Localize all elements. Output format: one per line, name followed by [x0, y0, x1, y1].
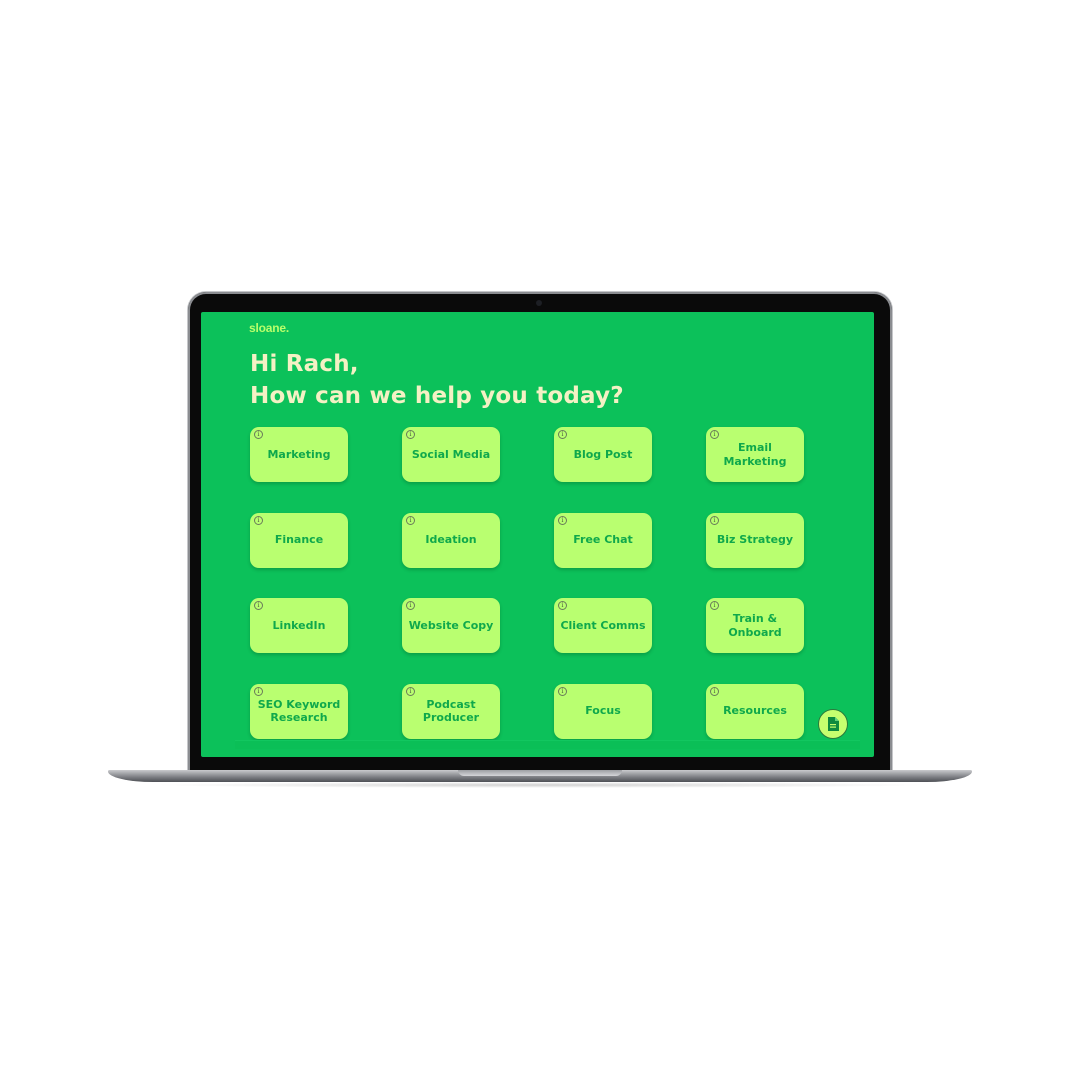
card-free-chat[interactable]: i Free Chat	[554, 512, 652, 568]
info-icon[interactable]: i	[406, 686, 415, 696]
card-biz-strategy[interactable]: i Biz Strategy	[706, 512, 804, 568]
card-ideation[interactable]: i Ideation	[402, 512, 500, 568]
card-email-marketing[interactable]: i Email Marketing	[706, 427, 804, 482]
laptop-notch	[458, 770, 622, 776]
card-seo-keyword-research[interactable]: i SEO Keyword Research	[250, 683, 348, 739]
card-finance[interactable]: i Finance	[250, 512, 348, 568]
card-label: Free Chat	[573, 533, 633, 547]
card-label: Biz Strategy	[716, 533, 794, 547]
card-label: Resources	[723, 704, 787, 718]
card-focus[interactable]: i Focus	[554, 683, 652, 739]
card-label: Ideation	[425, 533, 477, 547]
card-label: Marketing	[267, 447, 331, 461]
camera	[536, 300, 542, 306]
info-icon[interactable]: i	[710, 430, 719, 439]
document-button[interactable]	[818, 709, 848, 739]
card-blog-post[interactable]: i Blog Post	[554, 427, 652, 482]
info-icon[interactable]: i	[558, 601, 567, 610]
info-icon[interactable]: i	[710, 601, 719, 610]
page-title: Hi Rach, How can we help you today?	[250, 348, 624, 412]
card-label: Website Copy	[408, 618, 494, 632]
info-icon[interactable]: i	[254, 515, 263, 525]
card-resources[interactable]: i Resources	[706, 683, 804, 739]
card-podcast-producer[interactable]: i Podcast Producer	[402, 683, 500, 739]
app-screen: sloane. Hi Rach, How can we help you tod…	[201, 312, 874, 757]
info-icon[interactable]: i	[558, 515, 567, 525]
card-label: Blog Post	[573, 447, 633, 461]
document-icon	[828, 717, 839, 731]
info-icon[interactable]: i	[406, 601, 415, 610]
info-icon[interactable]: i	[558, 430, 567, 439]
card-website-copy[interactable]: i Website Copy	[402, 598, 500, 653]
info-icon[interactable]: i	[254, 601, 263, 610]
card-label: Client Comms	[560, 618, 646, 632]
card-train-onboard[interactable]: i Train & Onboard	[706, 598, 804, 653]
laptop-shadow	[150, 782, 930, 788]
info-icon[interactable]: i	[710, 686, 719, 696]
screen-footer	[235, 740, 860, 749]
card-label: Finance	[274, 533, 324, 547]
info-icon[interactable]: i	[254, 686, 263, 696]
info-icon[interactable]: i	[254, 430, 263, 439]
card-label: Social Media	[411, 447, 491, 461]
card-linkedin[interactable]: i LinkedIn	[250, 598, 348, 653]
card-label: Train & Onboard	[728, 612, 782, 639]
info-icon[interactable]: i	[406, 515, 415, 525]
info-icon[interactable]: i	[558, 686, 567, 696]
card-label: SEO Keyword Research	[257, 697, 341, 725]
info-icon[interactable]: i	[710, 515, 719, 525]
card-client-comms[interactable]: i Client Comms	[554, 598, 652, 653]
info-icon[interactable]: i	[406, 430, 415, 439]
card-label: LinkedIn	[272, 618, 326, 632]
card-label: Email Marketing	[723, 441, 787, 468]
card-label: Podcast Producer	[422, 697, 480, 725]
greeting-line: Hi Rach,	[250, 351, 359, 377]
card-social-media[interactable]: i Social Media	[402, 427, 500, 482]
category-grid: i Marketing i Social Media i Blog Post i Ema…	[250, 427, 804, 739]
brand-logo[interactable]: sloane.	[249, 321, 289, 335]
card-marketing[interactable]: i Marketing	[250, 427, 348, 482]
greeting-subtitle: How can we help you today?	[250, 383, 624, 409]
card-label: Focus	[585, 704, 621, 718]
